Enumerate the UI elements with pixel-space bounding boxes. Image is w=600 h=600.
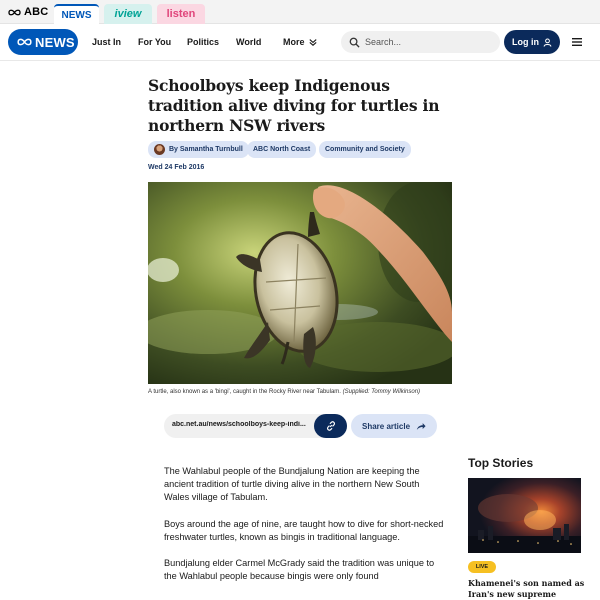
login-label: Log in	[512, 37, 539, 47]
search-input[interactable]	[365, 37, 485, 47]
author-tag[interactable]: By Samantha Turnbull	[148, 141, 249, 158]
nav-for-you[interactable]: For You	[138, 37, 171, 47]
main-header: NEWS Just In For You Politics World More…	[0, 24, 600, 61]
nav-world[interactable]: World	[236, 37, 261, 47]
tab-news[interactable]: NEWS	[54, 4, 99, 24]
tab-iview[interactable]: iview	[104, 4, 152, 24]
abc-news-logo[interactable]: NEWS	[8, 29, 78, 55]
link-icon	[326, 421, 335, 431]
nav-just-in[interactable]: Just In	[92, 37, 121, 47]
abc-lemniscate-icon	[8, 9, 21, 15]
share-arrow-icon	[416, 422, 426, 430]
article-paragraph: Bundjalung elder Carmel McGrady said the…	[164, 558, 435, 582]
author-avatar	[154, 144, 165, 155]
topic-tag[interactable]: Community and Society	[319, 141, 411, 158]
caption-credit: (Supplied: Tommy Wilkinson)	[342, 389, 421, 395]
search-icon	[349, 37, 360, 48]
abc-logo[interactable]: ABC	[8, 5, 48, 19]
article-paragraph: The Wahlabul people of the Bundjalung Na…	[164, 466, 420, 503]
live-badge: LIVE	[468, 561, 496, 573]
copy-link-button[interactable]	[314, 414, 347, 438]
news-logo-text: NEWS	[35, 34, 75, 50]
article-body: The Wahlabul people of the Bundjalung Na…	[164, 465, 444, 596]
nav-more[interactable]: More	[283, 37, 317, 47]
top-stories-heading: Top Stories	[468, 456, 534, 470]
top-story-image[interactable]	[468, 478, 581, 553]
author-tag-label: By Samantha Turnbull	[169, 146, 243, 153]
tab-listen[interactable]: listen	[157, 4, 205, 24]
abc-brand-text: ABC	[24, 6, 49, 18]
image-caption: A turtle, also known as a 'bingi', caugh…	[148, 389, 468, 395]
article-headline: Schoolboys keep Indigenous tradition ali…	[148, 76, 440, 135]
search-box[interactable]	[341, 31, 500, 53]
user-icon	[543, 37, 552, 47]
nav-politics[interactable]: Politics	[187, 37, 219, 47]
hamburger-menu-icon[interactable]	[571, 36, 583, 48]
article-paragraph: Boys around the age of nine, are taught …	[164, 518, 444, 542]
nav-more-label: More	[283, 37, 305, 47]
caption-text: A turtle, also known as a 'bingi', caugh…	[148, 389, 341, 395]
location-tag[interactable]: ABC North Coast	[247, 141, 317, 158]
publish-date: Wed 24 Feb 2016	[148, 164, 205, 171]
share-url-text: abc.net.au/news/schoolboys-keep-indi...	[172, 421, 306, 428]
top-story-headline[interactable]: Khamenei's son named as Iran's new supre…	[468, 578, 586, 600]
chevron-down-icon	[308, 39, 317, 46]
share-article-label: Share article	[361, 421, 411, 431]
login-button[interactable]: Log in	[504, 30, 560, 54]
share-article-button[interactable]: Share article	[351, 414, 437, 438]
abc-lemniscate-icon	[17, 38, 32, 46]
hero-image-turtle	[148, 182, 452, 384]
network-bar: ABC NEWS iview listen	[0, 0, 600, 24]
